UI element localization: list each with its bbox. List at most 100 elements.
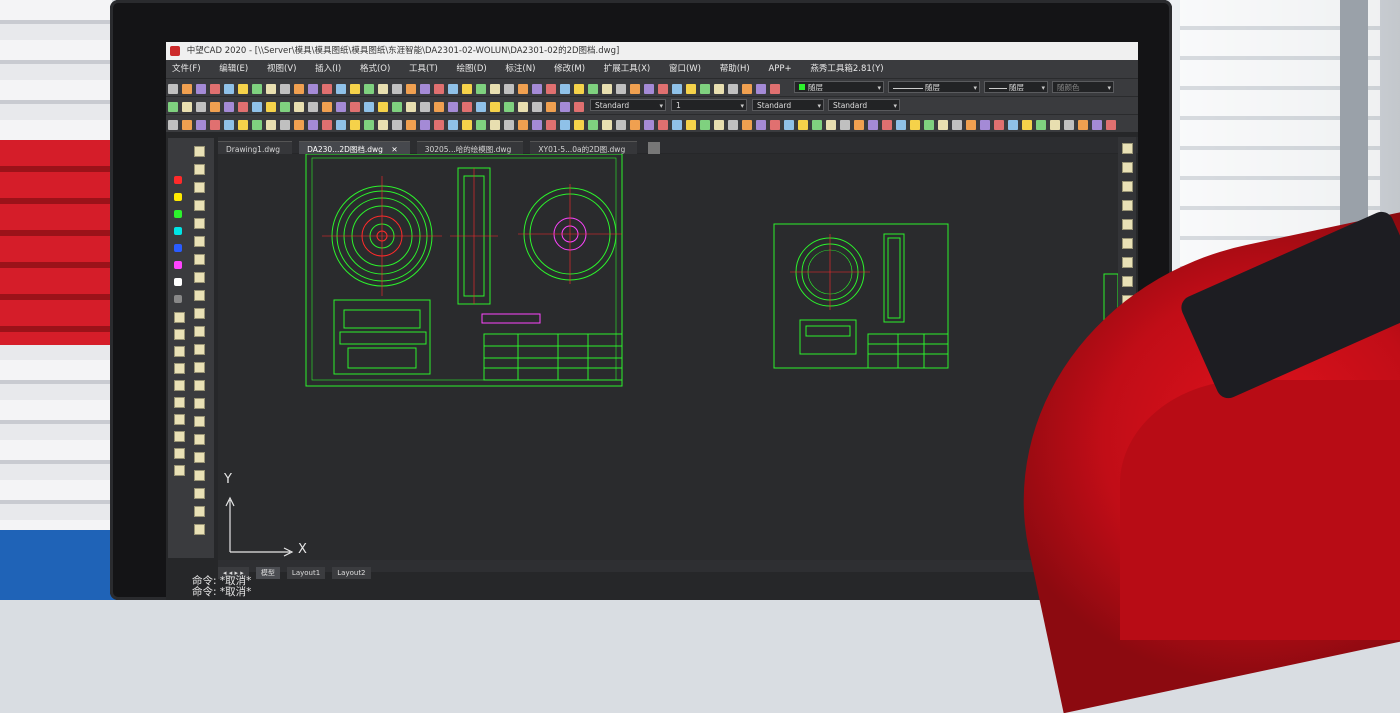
modify-tool-icon[interactable] [194,164,205,175]
toolbar-button-icon[interactable] [378,84,388,94]
toolbar-button-icon[interactable] [476,102,486,112]
modify-tool-icon[interactable] [194,416,205,427]
toolbar-button-icon[interactable] [420,102,430,112]
toolbar-button-icon[interactable] [1022,120,1032,130]
menu-edit[interactable]: 编辑(E) [219,64,248,74]
toolbar-button-icon[interactable] [518,120,528,130]
toolbar-button-icon[interactable] [602,84,612,94]
toolbar-button-icon[interactable] [392,102,402,112]
toolbar-button-icon[interactable] [924,120,934,130]
toolbar-button-icon[interactable] [350,84,360,94]
draw-tool-icon[interactable] [174,397,185,408]
modify-tool-icon[interactable] [194,488,205,499]
toolbar-button-icon[interactable] [476,84,486,94]
toolbar-button-icon[interactable] [602,120,612,130]
menu-app[interactable]: APP+ [768,64,791,74]
toolbar-button-icon[interactable] [504,120,514,130]
toolbar-button-icon[interactable] [504,84,514,94]
toolbar-button-icon[interactable] [574,120,584,130]
drawing-canvas[interactable]: Y X [218,153,1119,562]
toolbar-button-icon[interactable] [280,84,290,94]
toolbar-button-icon[interactable] [406,102,416,112]
modify-tool-icon[interactable] [194,362,205,373]
toolbar-button-icon[interactable] [616,120,626,130]
toolbar-button-icon[interactable] [462,120,472,130]
toolbar-button-icon[interactable] [658,84,668,94]
toolbar-button-icon[interactable] [574,102,584,112]
modify-tool-icon[interactable] [194,524,205,535]
modify-tool-icon[interactable] [194,506,205,517]
toolbar-button-icon[interactable] [252,84,262,94]
modify-tool-icon[interactable] [194,398,205,409]
toolbar-button-icon[interactable] [1008,120,1018,130]
modify-tool-icon[interactable] [194,290,205,301]
toolbar-button-icon[interactable] [588,120,598,130]
toolbar-button-icon[interactable] [672,84,682,94]
toolbar-button-icon[interactable] [336,84,346,94]
modify-tool-icon[interactable] [194,236,205,247]
draw-tool-icon[interactable] [174,448,185,459]
toolbar-button-icon[interactable] [574,84,584,94]
toolbar-button-icon[interactable] [182,84,192,94]
dim-style-dropdown[interactable]: Standard [752,99,824,112]
toolbar-button-icon[interactable] [392,120,402,130]
modify-tool-icon[interactable] [194,182,205,193]
toolbar-button-icon[interactable] [644,84,654,94]
toolbar-button-icon[interactable] [308,84,318,94]
toolbar-button-icon[interactable] [238,120,248,130]
draw-tool-icon[interactable] [174,329,185,340]
toolbar-button-icon[interactable] [504,102,514,112]
right-tool-icon[interactable] [1122,181,1133,192]
modify-tool-icon[interactable] [194,344,205,355]
menu-modify[interactable]: 修改(M) [554,64,585,74]
toolbar-button-icon[interactable] [294,120,304,130]
toolbar-button-icon[interactable] [938,120,948,130]
toolbar-button-icon[interactable] [406,120,416,130]
toolbar-button-icon[interactable] [322,102,332,112]
modify-tool-icon[interactable] [194,218,205,229]
toolbar-button-icon[interactable] [798,120,808,130]
toolbar-button-icon[interactable] [658,120,668,130]
tab-layout1[interactable]: Layout1 [286,567,326,579]
menu-express[interactable]: 扩展工具(X) [604,64,650,74]
modify-tool-icon[interactable] [194,146,205,157]
toolbar-button-icon[interactable] [448,84,458,94]
plotstyle-dropdown[interactable]: 随颜色 [1052,81,1114,94]
toolbar-button-icon[interactable] [728,120,738,130]
toolbar-button-icon[interactable] [350,102,360,112]
text-style-dropdown[interactable]: Standard [590,99,666,112]
toolbar-button-icon[interactable] [546,120,556,130]
toolbar-button-icon[interactable] [308,120,318,130]
menu-format[interactable]: 格式(O) [360,64,390,74]
toolbar-button-icon[interactable] [952,120,962,130]
toolbar-button-icon[interactable] [546,84,556,94]
toolbar-button-icon[interactable] [280,120,290,130]
toolbar-button-icon[interactable] [252,120,262,130]
right-tool-icon[interactable] [1122,200,1133,211]
toolbar-button-icon[interactable] [560,120,570,130]
modify-tool-icon[interactable] [194,308,205,319]
menu-insert[interactable]: 插入(I) [315,64,341,74]
toolbar-button-icon[interactable] [462,84,472,94]
modify-tool-icon[interactable] [194,380,205,391]
toolbar-button-icon[interactable] [168,120,178,130]
toolbar-button-icon[interactable] [672,120,682,130]
toolbar-button-icon[interactable] [686,120,696,130]
toolbar-button-icon[interactable] [364,102,374,112]
toolbar-button-icon[interactable] [1050,120,1060,130]
right-tool-icon[interactable] [1122,143,1133,154]
toolbar-button-icon[interactable] [406,84,416,94]
toolbar-button-icon[interactable] [756,84,766,94]
toolbar-button-icon[interactable] [280,102,290,112]
right-tool-icon[interactable] [1122,276,1133,287]
menu-draw[interactable]: 绘图(D) [457,64,487,74]
color-swatch-icon[interactable] [174,244,182,252]
draw-tool-icon[interactable] [174,414,185,425]
toolbar-button-icon[interactable] [392,84,402,94]
modify-tool-icon[interactable] [194,434,205,445]
toolbar-button-icon[interactable] [210,84,220,94]
toolbar-button-icon[interactable] [714,84,724,94]
right-tool-icon[interactable] [1122,238,1133,249]
toolbar-button-icon[interactable] [364,120,374,130]
menu-window[interactable]: 窗口(W) [669,64,701,74]
